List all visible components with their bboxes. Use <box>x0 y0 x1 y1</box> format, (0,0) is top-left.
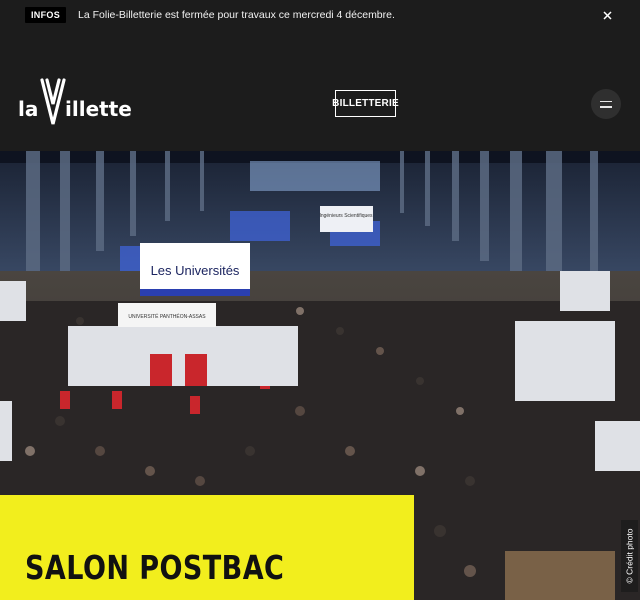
sign-universites: Les Universités <box>151 263 240 278</box>
hamburger-menu-icon[interactable] <box>591 89 621 119</box>
site-header: la illette BILLETTERIE <box>0 30 640 150</box>
info-message: La Folie-Billetterie est fermée pour tra… <box>78 9 395 21</box>
page-title: SALON POSTBAC <box>25 548 285 587</box>
info-badge: INFOS <box>25 7 67 23</box>
billetterie-button[interactable]: BILLETTERIE <box>332 90 399 117</box>
sign-ingenieurs: Ingénieurs Scientifiques <box>319 213 373 219</box>
svg-text:la: la <box>18 97 38 121</box>
sign-pantheon-assas: UNIVERSITÉ PANTHÉON-ASSAS <box>128 313 206 320</box>
photo-credit-label: © Crédit photo <box>624 528 635 584</box>
photo-credit[interactable]: © Crédit photo <box>621 520 638 592</box>
close-icon[interactable] <box>600 8 614 22</box>
hero-title-box: SALON POSTBAC <box>0 495 414 600</box>
info-banner: INFOS La Folie-Billetterie est fermée po… <box>0 0 640 30</box>
la-villette-logo[interactable]: la illette <box>18 74 142 135</box>
svg-text:illette: illette <box>65 97 132 121</box>
